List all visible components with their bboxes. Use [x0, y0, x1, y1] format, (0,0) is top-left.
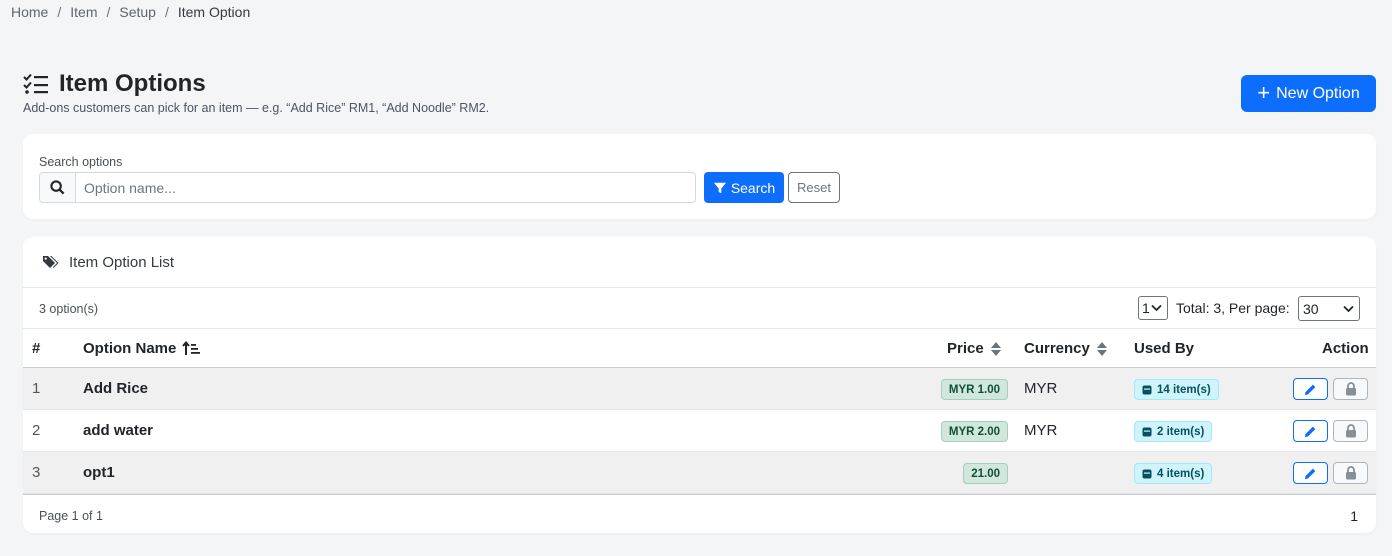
list-check-icon	[23, 73, 48, 94]
used-by-badge: 4 item(s)	[1134, 463, 1213, 484]
search-label: Search options	[39, 155, 123, 169]
column-price[interactable]: Price	[947, 340, 1002, 357]
lock-icon	[1345, 424, 1356, 438]
breadcrumb: Home / Item / Setup / Item Option	[11, 4, 250, 20]
breadcrumb-current: Item Option	[177, 4, 251, 20]
column-action: Action	[1322, 340, 1369, 357]
used-by-badge: 14 item(s)	[1134, 379, 1219, 400]
row-option-name: add water	[83, 422, 154, 439]
table-header: # Option Name Price Currency Used By Act…	[23, 328, 1376, 368]
used-by-text: 4 item(s)	[1157, 467, 1205, 480]
price-badge: MYR 1.00	[940, 379, 1008, 400]
page-subtitle: Add-ons customers can pick for an item —…	[23, 101, 490, 115]
breadcrumb-home[interactable]: Home	[11, 4, 48, 20]
pagination-page-1[interactable]: 1	[1350, 508, 1358, 524]
used-by-badge: 2 item(s)	[1134, 421, 1213, 442]
list-toolbar: 3 option(s) 1 Total: 3, Per page: 30	[23, 288, 1376, 328]
page-header: Item Options	[23, 70, 206, 98]
row-index: 2	[32, 422, 41, 439]
search-card: Search options Search Reset	[23, 134, 1376, 219]
new-option-label: New Option	[1276, 84, 1360, 102]
table-row: 2 add water MYR 2.00 MYR 2 item(s)	[23, 410, 1376, 452]
row-currency: MYR	[1024, 422, 1058, 439]
search-group	[39, 172, 696, 203]
search-icon	[40, 173, 76, 202]
page-select-value: 1	[1142, 300, 1150, 316]
price-badge: 21.00	[963, 463, 1008, 484]
list-title: Item Option List	[69, 253, 175, 271]
used-by-text: 14 item(s)	[1157, 383, 1211, 396]
box-icon	[1142, 385, 1152, 394]
page-info: Page 1 of 1	[39, 509, 103, 523]
search-button[interactable]: Search	[704, 172, 784, 203]
column-index: #	[32, 340, 41, 357]
search-button-label: Search	[730, 179, 776, 196]
used-by-text: 2 item(s)	[1157, 425, 1205, 438]
sort-ascending-icon	[182, 341, 201, 355]
table-row: 3 opt1 21.00 4 item(s)	[23, 452, 1376, 494]
option-count: 3 option(s)	[39, 302, 99, 316]
pencil-icon	[1304, 384, 1316, 395]
plus-icon: +	[1257, 79, 1271, 105]
row-index: 1	[32, 380, 41, 397]
lock-button[interactable]	[1333, 462, 1368, 484]
reset-button[interactable]: Reset	[788, 172, 840, 203]
row-currency: MYR	[1024, 380, 1058, 397]
breadcrumb-separator: /	[106, 4, 111, 20]
total-text: Total: 3, Per page:	[1176, 300, 1290, 316]
pencil-icon	[1304, 426, 1316, 437]
search-input[interactable]	[76, 173, 695, 202]
page-select[interactable]: 1	[1138, 296, 1168, 320]
lock-icon	[1345, 382, 1356, 396]
lock-button[interactable]	[1333, 420, 1368, 442]
tags-icon	[43, 256, 59, 268]
breadcrumb-separator: /	[57, 4, 62, 20]
table-row: 1 Add Rice MYR 1.00 MYR 14 item(s)	[23, 368, 1376, 410]
edit-button[interactable]	[1293, 462, 1328, 484]
row-option-name: Add Rice	[83, 380, 149, 397]
sort-icon	[1096, 341, 1107, 356]
new-option-button[interactable]: + New Option	[1241, 75, 1376, 112]
column-used-by: Used By	[1134, 340, 1195, 357]
sort-icon	[990, 341, 1001, 356]
page-title: Item Options	[59, 70, 206, 97]
edit-button[interactable]	[1293, 420, 1328, 442]
box-icon	[1142, 469, 1152, 478]
chevron-down-icon	[1151, 304, 1162, 312]
edit-button[interactable]	[1293, 378, 1328, 400]
column-option-name-label: Option Name	[83, 340, 177, 357]
row-option-name: opt1	[83, 464, 115, 481]
lock-button[interactable]	[1333, 378, 1368, 400]
breadcrumb-item[interactable]: Item	[70, 4, 97, 20]
box-icon	[1142, 427, 1152, 436]
list-card: Item Option List 3 option(s) 1 Total: 3,…	[23, 237, 1376, 533]
list-header: Item Option List	[23, 237, 1376, 288]
per-page-select[interactable]: 30	[1298, 296, 1360, 321]
column-price-label: Price	[947, 340, 984, 357]
price-badge: MYR 2.00	[940, 421, 1008, 442]
breadcrumb-separator: /	[164, 4, 169, 20]
column-currency[interactable]: Currency	[1024, 340, 1108, 357]
pencil-icon	[1304, 468, 1316, 479]
table-footer: Page 1 of 1 1	[23, 494, 1376, 533]
lock-icon	[1345, 466, 1356, 480]
column-currency-label: Currency	[1024, 340, 1090, 357]
column-option-name[interactable]: Option Name	[83, 340, 201, 357]
filter-icon	[713, 182, 726, 193]
row-index: 3	[32, 464, 41, 481]
chevron-down-icon	[1343, 305, 1354, 312]
breadcrumb-setup[interactable]: Setup	[119, 4, 156, 20]
per-page-value: 30	[1303, 300, 1319, 317]
